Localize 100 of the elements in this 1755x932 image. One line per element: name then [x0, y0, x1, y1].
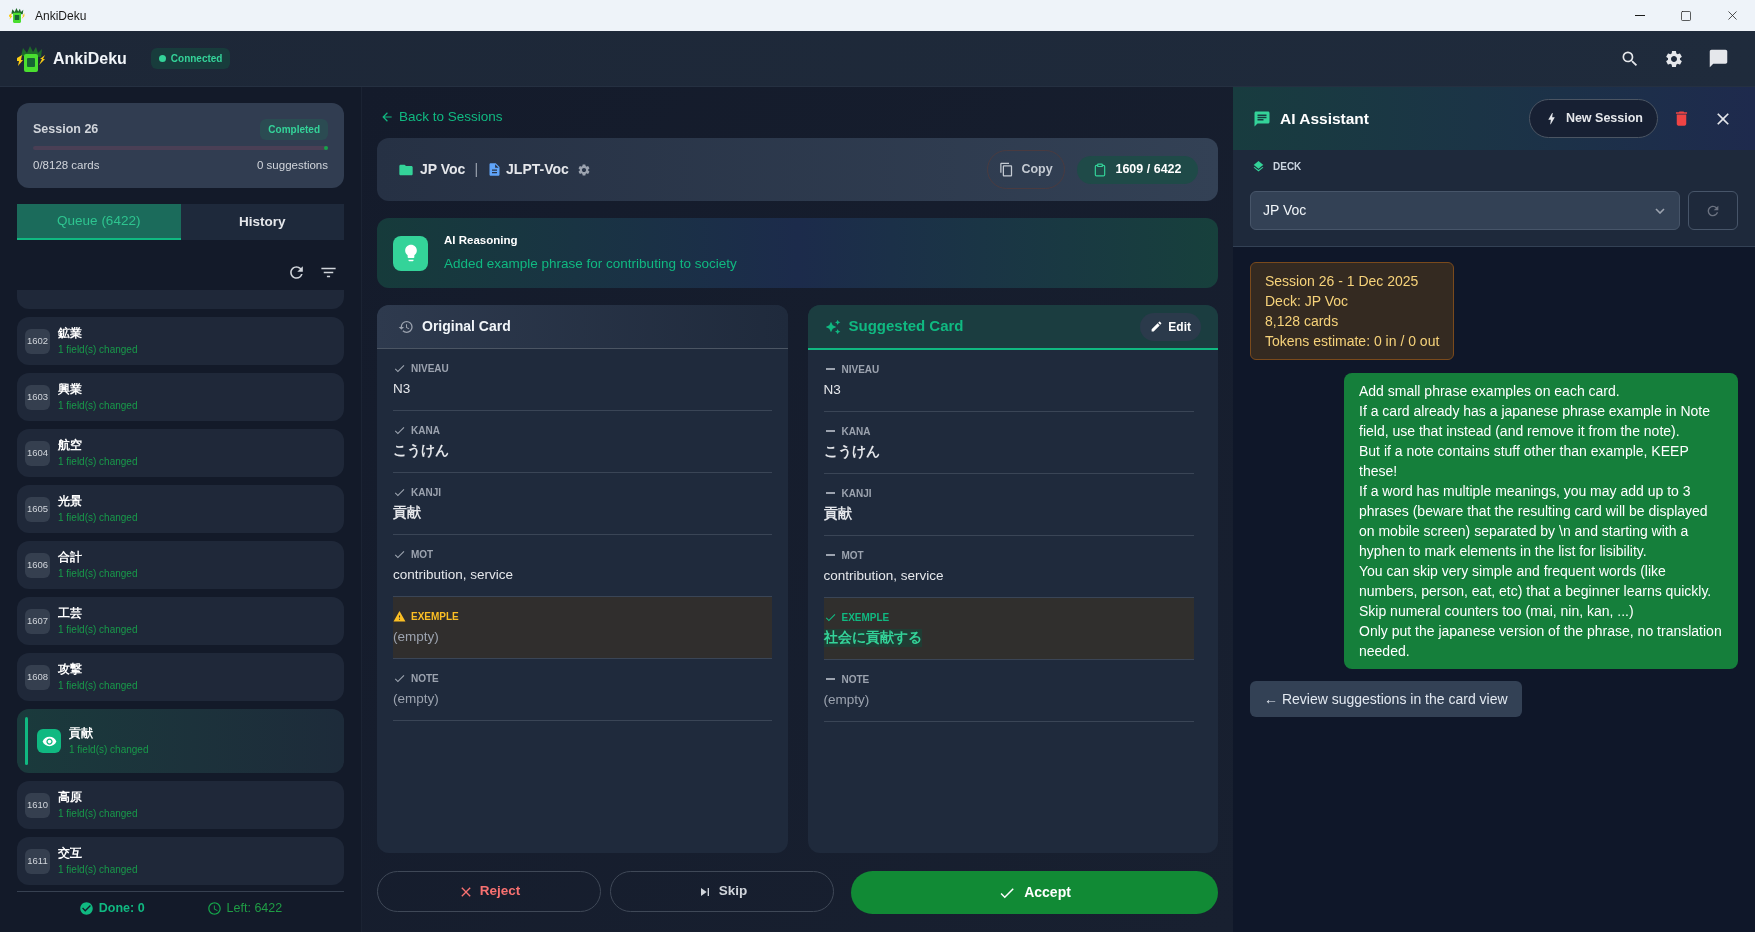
- field-label: NIVEAU: [841, 362, 880, 377]
- app-logo-icon: [9, 8, 25, 23]
- document-icon: [487, 162, 503, 177]
- note-type: JLPT-Voc: [506, 160, 569, 179]
- card-number: 1602: [25, 328, 50, 354]
- panel-title: AI Assistant: [1280, 108, 1369, 129]
- field-label: MOT: [841, 548, 864, 563]
- change-summary: 1 field(s) changed: [58, 399, 138, 413]
- message-line: Session 26 - 1 Dec 2025: [1265, 272, 1420, 291]
- chat-icon: [1707, 48, 1729, 69]
- field-label: EXEMPLE: [841, 610, 890, 625]
- message-text: You can skip very simple and frequent words (like numbers, person, eat, etc) that a beginner learns quickly. Skip numeral counters too (mai, nin, kan, ...): [1359, 562, 1713, 621]
- field-value: contribution, service: [393, 566, 514, 584]
- card-number: 1606: [25, 552, 50, 578]
- queue-item[interactable]: 1607 工芸 1 field(s) changed: [17, 597, 344, 645]
- card-word: 貢献: [69, 725, 94, 741]
- card-word: 合計: [58, 549, 83, 565]
- session-title: Session 26: [33, 121, 99, 139]
- card-number: 1608: [25, 664, 50, 690]
- card-number: 1603: [25, 384, 50, 410]
- change-summary: 1 field(s) changed: [69, 743, 149, 757]
- field-label: KANA: [841, 424, 871, 439]
- done-count: Done: 0: [98, 900, 145, 918]
- change-summary: 1 field(s) changed: [58, 343, 138, 357]
- session-card[interactable]: Session 26 Completed 0/8128 cards 0 suggestions: [17, 103, 344, 188]
- sparkles-icon: [824, 318, 841, 335]
- refresh-icon[interactable]: [287, 263, 306, 282]
- pencil-icon: [1150, 320, 1164, 333]
- card-number: 1610: [25, 792, 50, 818]
- card-number: 1604: [25, 440, 50, 466]
- back-link[interactable]: Back to Sessions: [380, 107, 503, 127]
- card-word: 攻撃: [58, 661, 83, 677]
- card-position: 1609 / 6422: [1115, 161, 1182, 179]
- field-value: (empty): [393, 628, 439, 646]
- field-value: (empty): [823, 691, 870, 709]
- selection-bar: [25, 717, 28, 765]
- queue-item[interactable]: 1605 光景 1 field(s) changed: [17, 485, 344, 533]
- field-value: こうけん: [823, 443, 880, 461]
- field-label: KANJI: [411, 485, 441, 500]
- session-status-badge: Completed: [260, 119, 328, 140]
- field-value: N3: [823, 381, 841, 399]
- accept-button[interactable]: Accept: [851, 871, 1218, 914]
- field-value: contribution, service: [823, 567, 944, 585]
- card-title: Suggested Card: [848, 316, 964, 337]
- settings-icon: [1664, 48, 1684, 69]
- deck-select[interactable]: JP Voc: [1250, 191, 1680, 230]
- message-line: Tokens estimate: 0 in / 0 out: [1265, 332, 1440, 351]
- field-label: NIVEAU: [411, 361, 449, 376]
- chevron-down-icon: [1655, 207, 1665, 214]
- queue-item[interactable]: 貢献 1 field(s) changed: [17, 709, 344, 773]
- card-number: 1605: [25, 496, 50, 522]
- card-count: 0/8128 cards: [33, 158, 100, 173]
- message-line: Deck: JP Voc: [1265, 292, 1349, 311]
- app-logo-icon: [17, 45, 45, 72]
- card-word: 高原: [58, 789, 83, 805]
- window-title: AnkiDeku: [35, 7, 87, 25]
- copy-icon: [999, 162, 1015, 177]
- new-session-button[interactable]: New Session: [1528, 99, 1658, 138]
- change-summary: 1 field(s) changed: [58, 455, 138, 469]
- separator: |: [474, 160, 479, 179]
- edit-button[interactable]: Edit: [1140, 312, 1201, 341]
- card-word: 工芸: [58, 605, 83, 621]
- reasoning-text: Added example phrase for contributing to society: [444, 255, 737, 273]
- settings-icon[interactable]: [576, 162, 591, 177]
- queue-item[interactable]: 1602 鉱業 1 field(s) changed: [17, 317, 344, 365]
- queue-item[interactable]: 1604 航空 1 field(s) changed: [17, 429, 344, 477]
- history-icon: [398, 318, 414, 335]
- queue-item[interactable]: 1603 興業 1 field(s) changed: [17, 373, 344, 421]
- sidebar-tab[interactable]: History: [180, 204, 344, 240]
- field-label: KANA: [411, 423, 440, 438]
- message-text: But if a note contains stuff other than example, KEEP these!: [1359, 442, 1690, 481]
- queue-item[interactable]: 1611 交互 1 field(s) changed: [17, 837, 344, 885]
- suggestion-count: 0 suggestions: [257, 158, 328, 173]
- queue-item[interactable]: 1606 合計 1 field(s) changed: [17, 541, 344, 589]
- queue-item[interactable]: 1608 攻撃 1 field(s) changed: [17, 653, 344, 701]
- field-value: 貢献: [823, 505, 852, 523]
- card-number: 1611: [25, 848, 50, 874]
- clipboard-icon: [1093, 162, 1108, 177]
- deck-label: DECK: [1273, 159, 1302, 174]
- lightbulb-icon: [393, 235, 428, 271]
- queue-item[interactable]: 1610 高原 1 field(s) changed: [17, 781, 344, 829]
- card-number: 1607: [25, 608, 50, 634]
- review-button[interactable]: ← Review suggestions in the card view: [1250, 681, 1522, 717]
- clock-icon: [206, 901, 222, 916]
- field-label: NOTE: [841, 672, 870, 687]
- field-value: こうけん: [393, 442, 449, 460]
- card-word: 交互: [58, 845, 83, 861]
- reasoning-title: AI Reasoning: [444, 232, 519, 248]
- card-word: 光景: [58, 493, 83, 509]
- change-summary: 1 field(s) changed: [58, 863, 138, 877]
- card-word: 鉱業: [58, 325, 83, 341]
- change-summary: 1 field(s) changed: [58, 567, 138, 581]
- app-name: AnkiDeku: [53, 48, 127, 69]
- field-label: KANJI: [841, 486, 872, 501]
- change-summary: 1 field(s) changed: [58, 511, 138, 525]
- field-label: NOTE: [411, 671, 439, 686]
- arrow-left-icon: [380, 110, 394, 124]
- layers-icon: [1252, 159, 1265, 173]
- field-value: 社会に貢献する: [823, 629, 922, 647]
- field-label: EXEMPLE: [411, 609, 459, 624]
